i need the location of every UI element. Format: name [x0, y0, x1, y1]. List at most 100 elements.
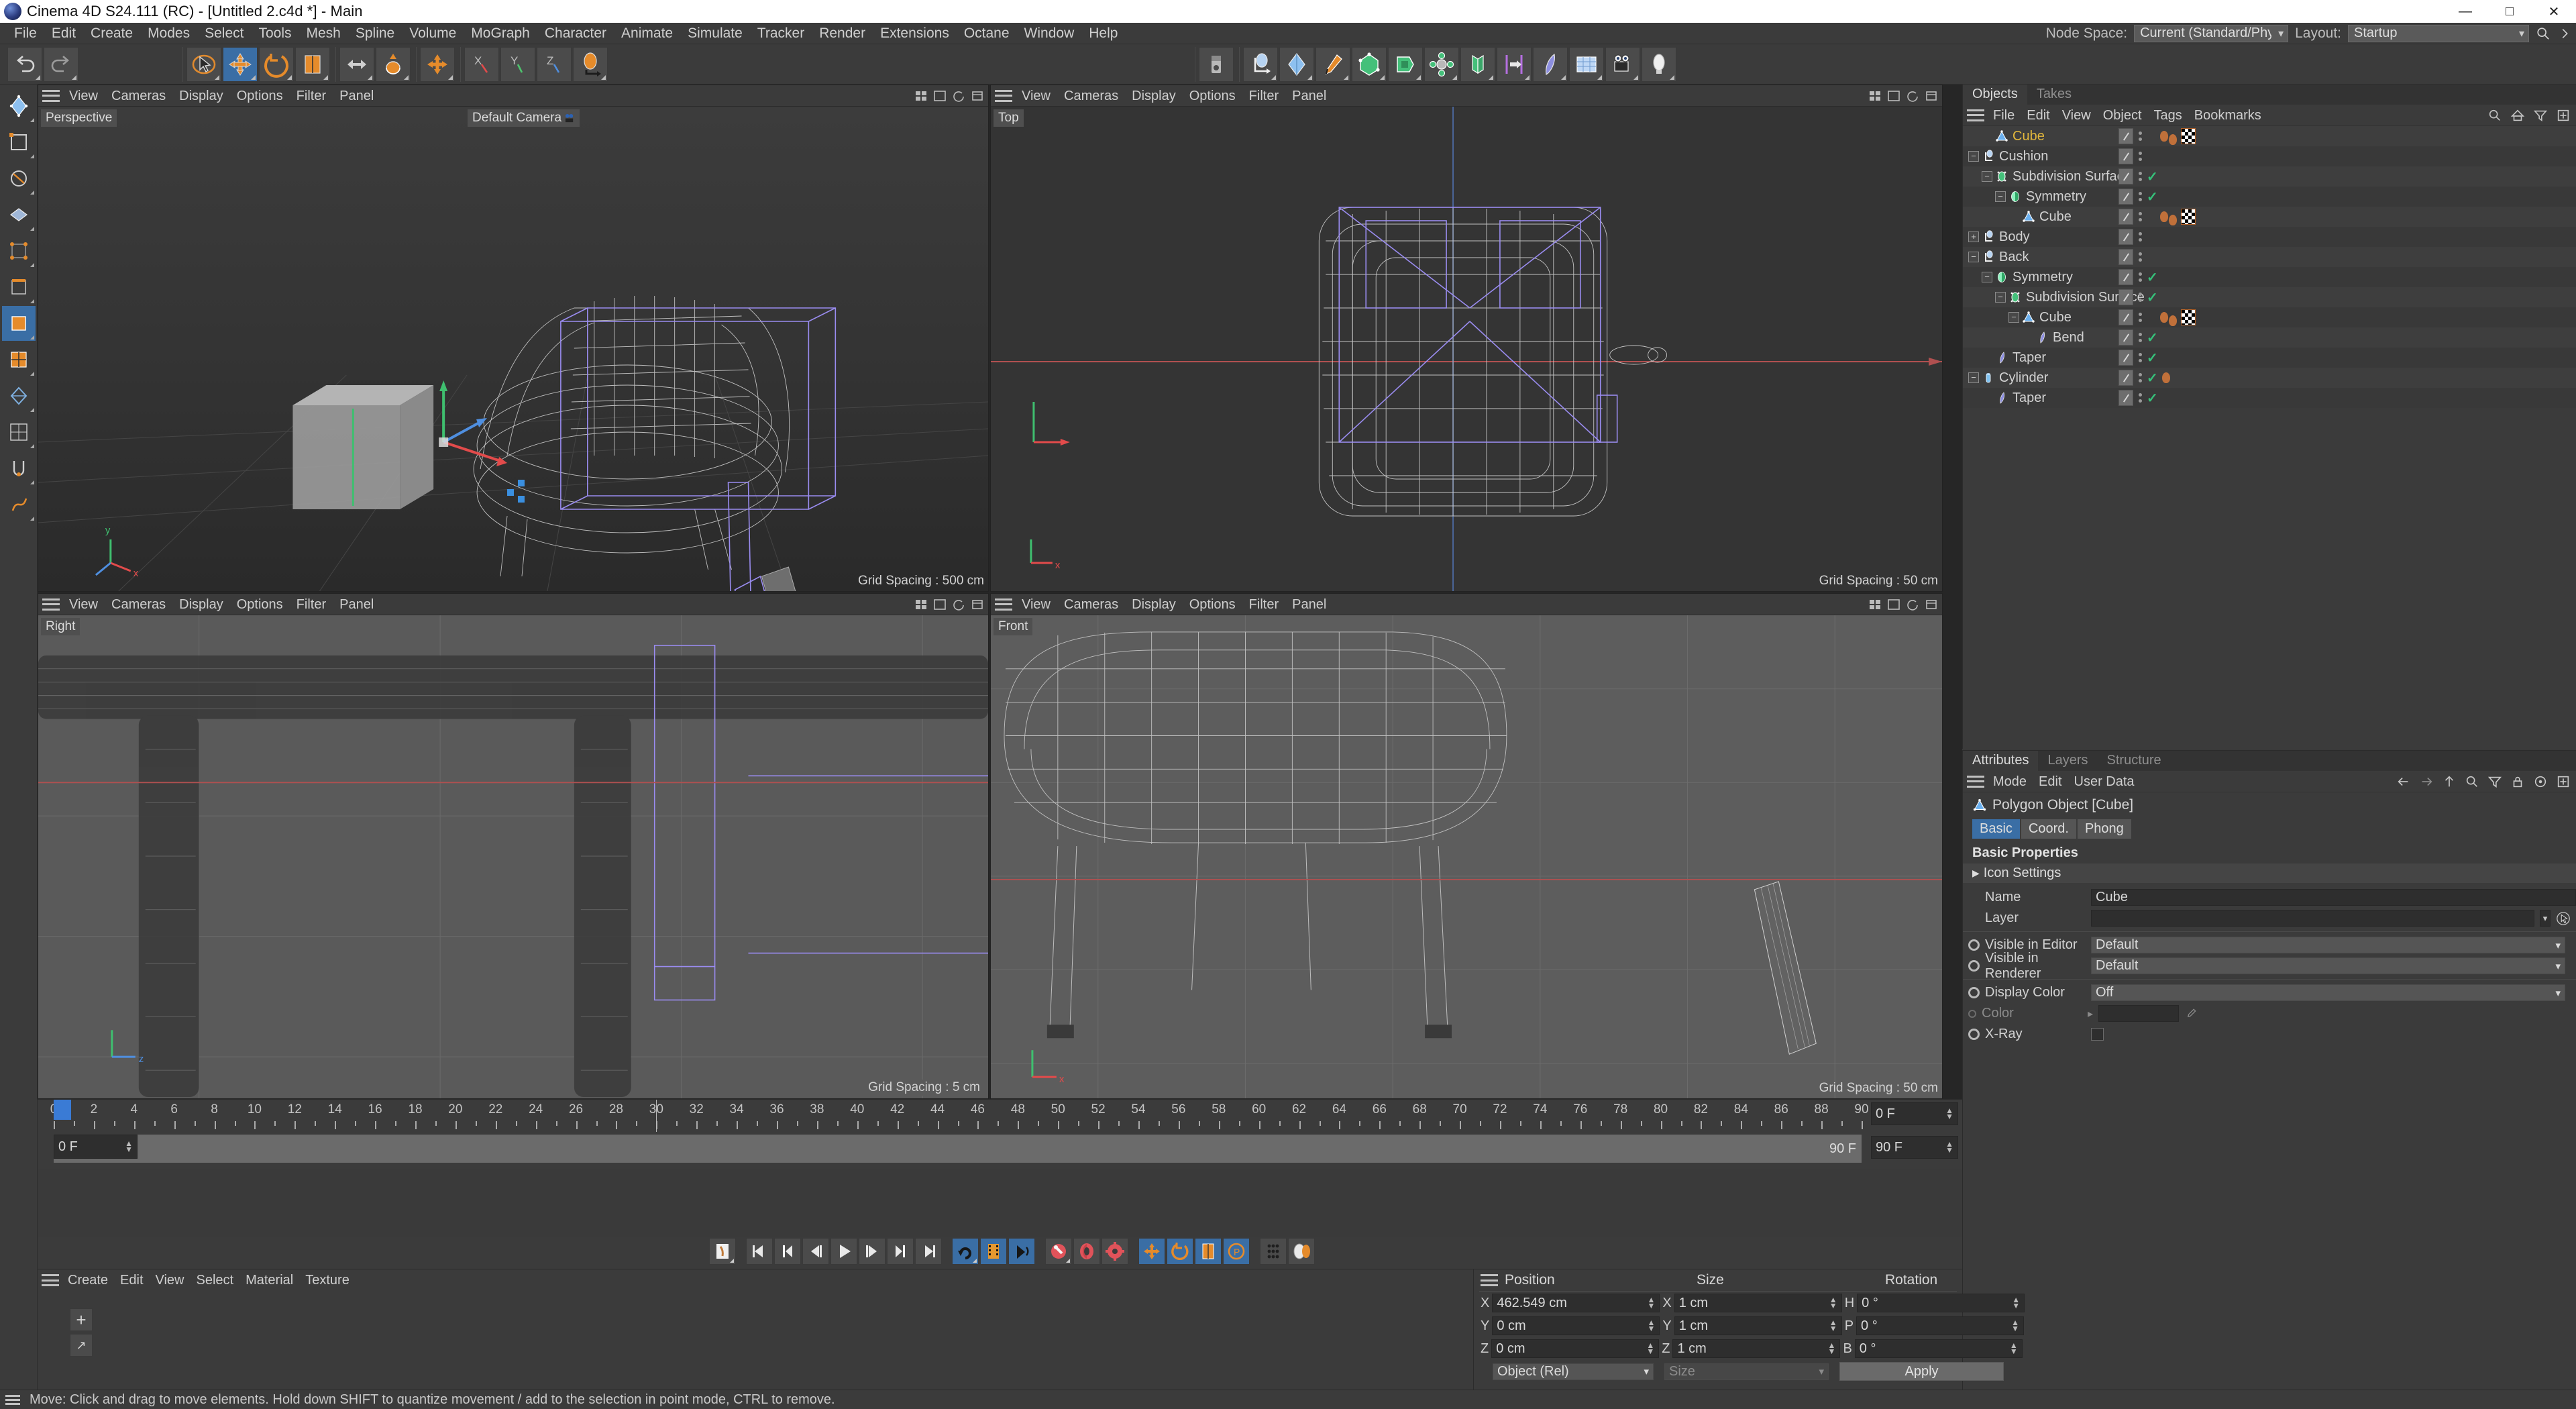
visibility-toggle-dots[interactable] [2137, 393, 2143, 403]
collapse-icon[interactable]: − [1995, 292, 2006, 303]
collapse-icon[interactable]: − [1968, 252, 1979, 262]
radio-icon[interactable] [1968, 1029, 1980, 1040]
object-axis-button[interactable] [376, 46, 411, 82]
viewport-refresh-icon[interactable] [1906, 89, 1919, 103]
camera-button[interactable] [1605, 46, 1640, 82]
object-row[interactable]: − Symmetry ✓ [1963, 187, 2576, 207]
viewport-layout-icons[interactable] [1868, 598, 1938, 611]
vp-menu-cameras[interactable]: Cameras [105, 594, 172, 615]
go-to-previous-key-button[interactable] [774, 1238, 801, 1265]
hamburger-icon[interactable] [995, 598, 1012, 611]
hamburger-icon[interactable] [1481, 1274, 1498, 1286]
enabled-check-icon[interactable]: ✓ [2147, 370, 2158, 386]
viewport-refresh-icon[interactable] [952, 89, 965, 103]
radio-icon[interactable] [1968, 960, 1980, 972]
attr-tab-basic[interactable]: Basic [1972, 819, 2020, 839]
frame-preview-range-button[interactable] [980, 1238, 1007, 1265]
texture-mode-button[interactable] [2, 161, 36, 196]
select-tool-button[interactable] [186, 46, 221, 82]
spinner-icon[interactable]: ▲ ▼ [1829, 1318, 1837, 1333]
viewport-fullscreen-icon[interactable] [1925, 89, 1938, 103]
viewport-front-canvas[interactable]: x Front Grid Spacing : 50 cm [991, 615, 1942, 1098]
tag-beans-icon[interactable] [2160, 211, 2177, 225]
play-button[interactable] [830, 1238, 857, 1265]
new-material-button[interactable]: + [70, 1308, 93, 1331]
visibility-toggle-dots[interactable] [2137, 252, 2143, 262]
tab-takes[interactable]: Takes [2027, 85, 2081, 105]
visibility-dots-icon[interactable] [2118, 209, 2133, 225]
mograph-effector-button[interactable] [1460, 46, 1495, 82]
motion-clip-button[interactable] [1288, 1238, 1315, 1265]
node-space-select[interactable]: Current (Standard/Physical) ▾ [2134, 24, 2289, 42]
om-menu-tags[interactable]: Tags [2148, 105, 2188, 126]
scale-tool-button[interactable] [295, 46, 330, 82]
mm-menu-edit[interactable]: Edit [114, 1269, 149, 1291]
timeline-end-field[interactable]: 90 F ▲ ▼ [1871, 1136, 1958, 1159]
tag-beans-icon[interactable] [2160, 131, 2177, 145]
target-icon[interactable] [2533, 774, 2548, 789]
visibility-dots-icon[interactable] [2118, 309, 2133, 325]
viewport-layout-icons[interactable] [1868, 89, 1938, 103]
object-row[interactable]: − Back [1963, 247, 2576, 267]
pick-layer-icon[interactable] [2556, 911, 2571, 926]
filter-icon[interactable] [2487, 774, 2502, 789]
collapse-icon[interactable]: − [1968, 372, 1979, 383]
spinner-icon[interactable]: ▲ ▼ [1647, 1296, 1655, 1310]
layer-field[interactable] [2091, 910, 2534, 927]
tab-structure[interactable]: Structure [2098, 751, 2171, 771]
size-z-field[interactable]: 1 cm ▲ ▼ [1672, 1339, 1841, 1358]
collapse-icon[interactable]: − [2008, 312, 2019, 323]
spinner-icon[interactable]: ▲ ▼ [2012, 1296, 2020, 1310]
object-tags[interactable] [2118, 249, 2156, 265]
attr-tab-phong[interactable]: Phong [2077, 819, 2131, 839]
point-level-animation-button[interactable] [1260, 1238, 1287, 1265]
home-icon[interactable] [2510, 108, 2525, 123]
array-generator-button[interactable] [1352, 46, 1387, 82]
vp-menu-options[interactable]: Options [1183, 85, 1242, 107]
visibility-toggle-dots[interactable] [2137, 232, 2143, 242]
object-tree[interactable]: Cube − Cushion − Subdivision Surface ✓ − Symmet… [1963, 126, 2576, 749]
lock-y-axis-button[interactable]: Y [500, 46, 535, 82]
vp-menu-options[interactable]: Options [1183, 594, 1242, 615]
visibility-toggle-dots[interactable] [2137, 212, 2143, 221]
am-menu-user-data[interactable]: User Data [2068, 771, 2141, 792]
object-row[interactable]: Cube [1963, 207, 2576, 227]
window-controls[interactable]: — □ ✕ [2443, 0, 2576, 23]
vp-menu-panel[interactable]: Panel [1285, 85, 1333, 107]
tag-beans-icon[interactable] [2161, 372, 2170, 383]
apply-button[interactable]: Apply [1839, 1362, 2004, 1381]
expand-icon[interactable]: + [1968, 231, 1979, 242]
hamburger-icon[interactable] [42, 89, 60, 102]
spinner-icon[interactable]: ▲ ▼ [1945, 1140, 1953, 1154]
om-menu-object[interactable]: Object [2097, 105, 2148, 126]
visibility-dots-icon[interactable] [2118, 370, 2133, 386]
search-icon[interactable] [2465, 774, 2479, 789]
enabled-check-icon[interactable]: ✓ [2147, 329, 2158, 346]
menu-item-extensions[interactable]: Extensions [873, 23, 957, 44]
object-tags[interactable]: ✓ [2118, 390, 2158, 407]
viewport-refresh-icon[interactable] [952, 598, 965, 611]
viewport-top-canvas[interactable]: x Top Grid Spacing : 50 cm [991, 107, 1942, 591]
object-row[interactable]: − Subdivision Surface ✓ [1963, 287, 2576, 307]
visibility-toggle-dots[interactable] [2137, 353, 2143, 362]
spinner-icon[interactable]: ▲ ▼ [2010, 1341, 2018, 1355]
vp-menu-view[interactable]: View [62, 594, 105, 615]
chevron-down-icon[interactable]: ▾ [2540, 910, 2551, 927]
light-button[interactable] [1642, 46, 1676, 82]
close-button[interactable]: ✕ [2532, 0, 2576, 23]
menu-item-spline[interactable]: Spline [348, 23, 402, 44]
timeline-ruler[interactable]: 0246810121416182022242628303234363840424… [50, 1100, 1869, 1132]
spinner-icon[interactable]: ▲ ▼ [1647, 1318, 1655, 1333]
visibility-toggle-dots[interactable] [2137, 313, 2143, 322]
spline-snap-button[interactable] [2, 487, 36, 522]
attributes-icons[interactable] [2396, 774, 2571, 789]
go-to-next-frame-button[interactable] [859, 1238, 885, 1265]
menu-item-window[interactable]: Window [1017, 23, 1082, 44]
size-y-field[interactable]: 1 cm ▲ ▼ [1674, 1316, 1842, 1335]
go-to-next-key-button[interactable] [887, 1238, 914, 1265]
viewport-maximize-icon[interactable] [1887, 598, 1900, 611]
object-tags[interactable] [2118, 309, 2196, 326]
om-menu-edit[interactable]: Edit [2021, 105, 2055, 126]
position-y-field[interactable]: 0 cm ▲ ▼ [1492, 1316, 1660, 1335]
spinner-icon[interactable]: ▲ ▼ [1828, 1341, 1836, 1355]
